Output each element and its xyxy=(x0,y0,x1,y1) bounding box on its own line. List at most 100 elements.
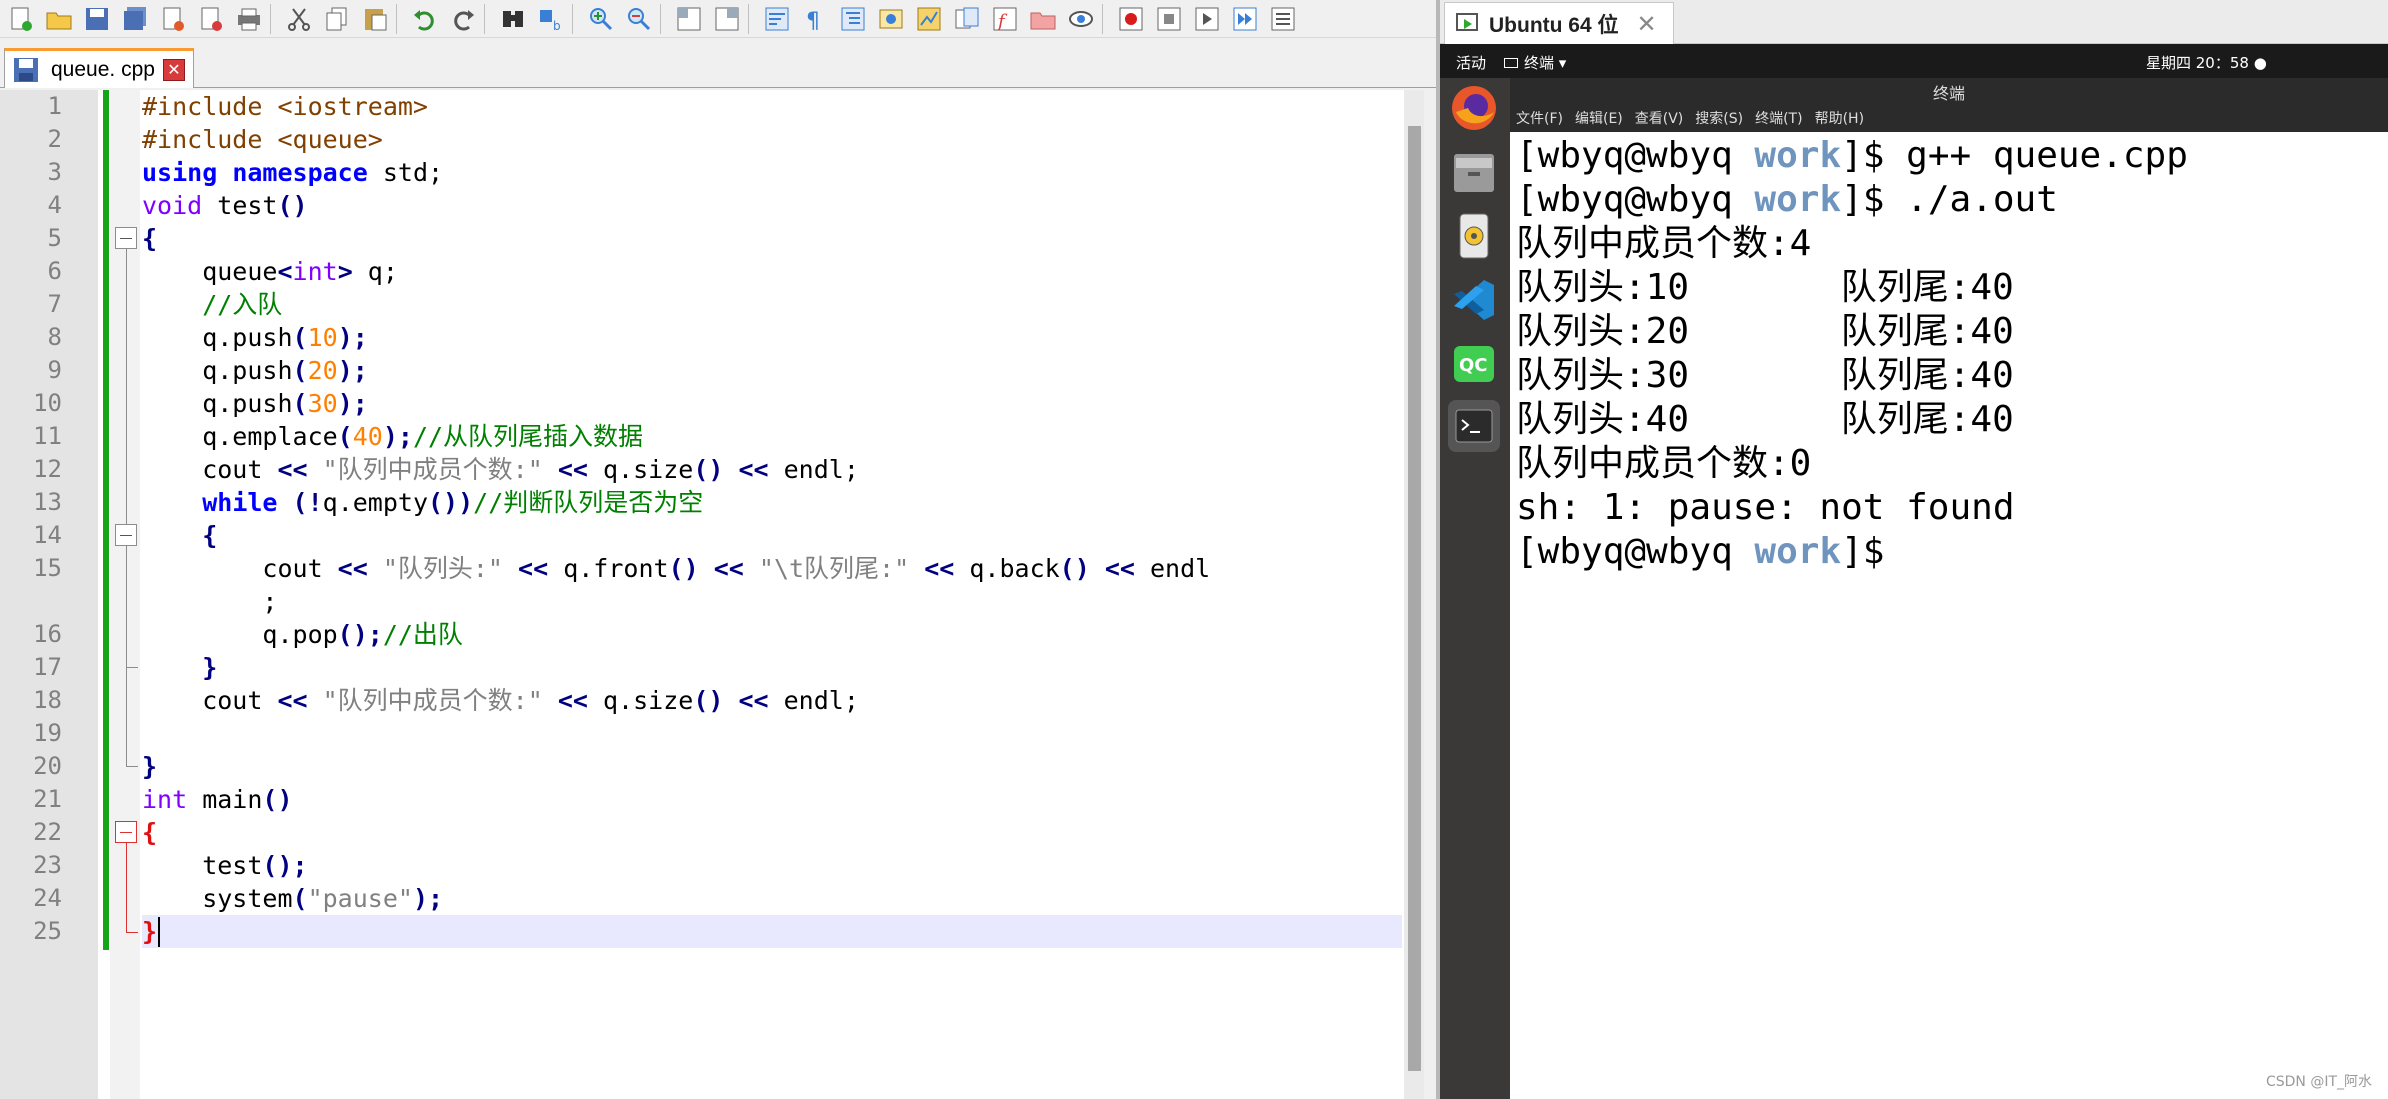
print-icon[interactable] xyxy=(232,2,266,36)
clock[interactable]: 星期四 20：58 ● xyxy=(2146,52,2267,73)
tab-label: queue. cpp xyxy=(51,57,155,81)
record-macro-icon[interactable] xyxy=(1114,2,1148,36)
terminal-line: 队列头:40 队列尾:40 xyxy=(1516,399,2014,440)
tab-bar: queue. cpp ✕ xyxy=(0,42,1438,88)
code-line-12: cout << "队列中成员个数:" << q.size() << endl; xyxy=(142,453,1402,486)
find-icon[interactable] xyxy=(496,2,530,36)
terminal-menubar: 文件(F) 编辑(E) 查看(V) 搜索(S) 终端(T) 帮助(H) xyxy=(1516,108,1876,128)
menu-file[interactable]: 文件(F) xyxy=(1516,108,1563,128)
code-token: << xyxy=(723,686,769,715)
code-token: endl; xyxy=(768,455,859,484)
code-token: ( xyxy=(292,389,308,418)
fold-guide xyxy=(126,668,127,766)
replace-icon[interactable]: b xyxy=(534,2,568,36)
command-text: ]$ g++ queue.cpp xyxy=(1841,135,2188,176)
sync-horizontal-icon[interactable] xyxy=(710,2,744,36)
indent-guide-icon[interactable] xyxy=(836,2,870,36)
rhythmbox-icon[interactable] xyxy=(1448,210,1500,262)
function-list-icon[interactable] xyxy=(950,2,984,36)
code-line-7: //入队 xyxy=(142,288,1402,321)
close-icon[interactable]: ✕ xyxy=(1637,10,1657,38)
code-token: q.push xyxy=(142,323,293,352)
terminal-line: 队列中成员个数:0 xyxy=(1516,443,1812,484)
line-number: 17 xyxy=(33,653,62,681)
folder-workspace-icon[interactable]: f xyxy=(988,2,1022,36)
menu-terminal[interactable]: 终端(T) xyxy=(1755,108,1802,128)
folder-icon[interactable] xyxy=(1026,2,1060,36)
code-token: //出队 xyxy=(382,620,463,649)
cut-icon[interactable] xyxy=(282,2,316,36)
code-token: q.front xyxy=(548,554,669,583)
prompt-text: [wbyq@wbyq xyxy=(1516,179,1755,220)
code-editor[interactable]: 1 2 3 4 5 6 7 8 9 10 11 12 13 14 15 16 17 18 19 20 21 22 23 24 2… xyxy=(0,90,1418,1099)
undo-icon[interactable] xyxy=(408,2,442,36)
redo-icon[interactable] xyxy=(446,2,480,36)
close-tab-icon[interactable]: ✕ xyxy=(162,58,185,81)
code-token: q.size xyxy=(587,455,694,484)
menu-help[interactable]: 帮助(H) xyxy=(1815,108,1864,128)
code-token: << xyxy=(337,554,368,583)
gnome-top-bar: 活动 终端 ▾ 星期四 20：58 ● xyxy=(1440,44,2388,78)
code-text[interactable]: #include <iostream> #include <queue> usi… xyxy=(142,90,1402,1099)
tab-ubuntu-vm[interactable]: Ubuntu 64 位 ✕ xyxy=(1444,2,1674,44)
code-token: int xyxy=(142,785,188,814)
copy-icon[interactable] xyxy=(320,2,354,36)
scrollbar-thumb[interactable] xyxy=(1408,126,1421,1071)
menu-search[interactable]: 搜索(S) xyxy=(1695,108,1743,128)
play-macro-icon[interactable] xyxy=(1190,2,1224,36)
doc-map-icon[interactable] xyxy=(912,2,946,36)
run-macro-multiple-icon[interactable] xyxy=(1228,2,1262,36)
code-token: //判断队列是否为空 xyxy=(473,488,704,517)
terminal-icon[interactable] xyxy=(1448,400,1500,452)
save-icon[interactable] xyxy=(80,2,114,36)
close-all-icon[interactable] xyxy=(194,2,228,36)
terminal-line: [wbyq@wbyq work]$ g++ queue.cpp xyxy=(1516,134,2188,178)
zoom-in-icon[interactable] xyxy=(584,2,618,36)
prompt-text: [wbyq@wbyq xyxy=(1516,135,1755,176)
code-token: ()) xyxy=(428,488,474,517)
code-token: //入队 xyxy=(142,290,283,319)
code-line-16: q.pop();//出队 xyxy=(142,618,1402,651)
fold-toggle-main[interactable] xyxy=(115,821,137,843)
files-icon[interactable] xyxy=(1448,146,1500,198)
command-text: ]$ ./a.out xyxy=(1841,179,2058,220)
open-folder-icon[interactable] xyxy=(42,2,76,36)
activities-button[interactable]: 活动 xyxy=(1456,52,1486,73)
menu-edit[interactable]: 编辑(E) xyxy=(1575,108,1623,128)
code-token: { xyxy=(142,521,218,550)
code-line-23: test(); xyxy=(142,849,1402,882)
code-token: << xyxy=(557,455,588,484)
word-wrap-icon[interactable] xyxy=(760,2,794,36)
zoom-out-icon[interactable] xyxy=(622,2,656,36)
app-menu[interactable]: 终端 ▾ xyxy=(1504,52,1566,73)
firefox-icon[interactable] xyxy=(1448,82,1500,134)
terminal-output[interactable]: [wbyq@wbyq work]$ g++ queue.cpp [wbyq@wb… xyxy=(1510,132,2388,1099)
terminal-line: 队列头:10 队列尾:40 xyxy=(1516,267,2014,308)
qtcreator-icon[interactable]: QC xyxy=(1448,338,1500,390)
stop-macro-icon[interactable] xyxy=(1152,2,1186,36)
sync-vertical-icon[interactable] xyxy=(672,2,706,36)
save-macro-icon[interactable] xyxy=(1266,2,1300,36)
terminal-header: 终端 文件(F) 编辑(E) 查看(V) 搜索(S) 终端(T) 帮助(H) xyxy=(1510,78,2388,132)
svg-text:¶: ¶ xyxy=(806,9,820,33)
paste-icon[interactable] xyxy=(358,2,392,36)
monitoring-eye-icon[interactable] xyxy=(1064,2,1098,36)
code-token: ); xyxy=(382,422,413,451)
code-token: q.push xyxy=(142,356,293,385)
code-token: "队列头:" xyxy=(367,554,519,583)
code-token: "\t队列尾:" xyxy=(743,554,925,583)
lang-define-icon[interactable] xyxy=(874,2,908,36)
vscode-icon[interactable] xyxy=(1448,274,1500,326)
show-all-chars-icon[interactable]: ¶ xyxy=(798,2,832,36)
save-all-icon[interactable] xyxy=(118,2,152,36)
fold-toggle-test[interactable] xyxy=(115,227,137,249)
fold-toggle-while[interactable] xyxy=(115,524,137,546)
fold-end-marker xyxy=(126,667,138,668)
close-file-icon[interactable] xyxy=(156,2,190,36)
vertical-scrollbar[interactable] xyxy=(1404,90,1424,1099)
toolbar-separator xyxy=(748,3,756,34)
tab-queue-cpp[interactable]: queue. cpp ✕ xyxy=(4,48,194,88)
new-file-icon[interactable] xyxy=(4,2,38,36)
menu-view[interactable]: 查看(V) xyxy=(1635,108,1684,128)
code-token: () xyxy=(693,455,724,484)
